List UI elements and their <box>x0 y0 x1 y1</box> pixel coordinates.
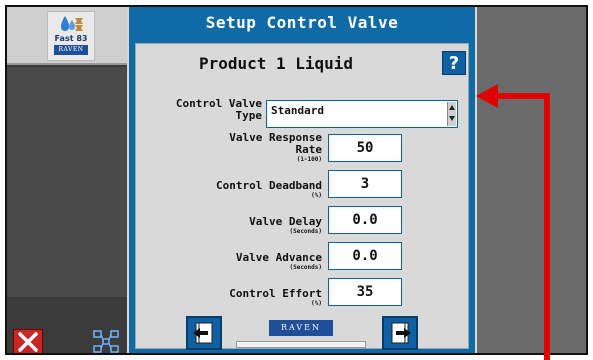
valve-advance-label: Valve Advance (Seconds) <box>136 251 322 272</box>
next-page-button[interactable] <box>382 316 418 350</box>
next-page-icon <box>391 322 411 344</box>
help-button[interactable]: ? <box>442 51 466 75</box>
control-effort-label-text: Control Effort <box>229 287 322 300</box>
left-sidebar: Fast 83 RAVEN <box>7 7 127 353</box>
logo-brand: RAVEN <box>54 45 88 55</box>
control-deadband-label: Control Deadband (%) <box>136 179 322 200</box>
valve-response-rate-unit: (1-100) <box>296 156 322 163</box>
control-valve-type-value: Standard <box>271 104 324 117</box>
close-icon <box>18 332 38 352</box>
control-valve-type-label: Control Valve Type <box>136 98 262 122</box>
valve-advance-input[interactable]: 0.0 <box>328 242 402 270</box>
progress-bar <box>236 341 366 348</box>
valve-delay-input[interactable]: 0.0 <box>328 206 402 234</box>
dialog-title: Setup Control Valve <box>205 13 399 32</box>
raven-logo: RAVEN <box>269 320 333 336</box>
left-sidebar-panel <box>7 67 127 297</box>
setup-control-valve-dialog: Setup Control Valve Product 1 Liquid ? C… <box>127 7 477 353</box>
network-icon <box>93 330 119 353</box>
previous-page-button[interactable] <box>186 316 222 350</box>
fast-logo: Fast 83 RAVEN <box>47 11 95 61</box>
dropdown-spinner-icon[interactable] <box>447 102 456 126</box>
control-effort-input[interactable]: 35 <box>328 278 402 306</box>
water-drop-icon <box>61 16 83 31</box>
spinner-up-icon <box>449 105 455 110</box>
control-deadband-unit: (%) <box>311 192 322 199</box>
valve-delay-unit: (Seconds) <box>289 228 322 235</box>
valve-response-rate-label: Valve Response Rate (1-100) <box>136 132 323 164</box>
previous-page-icon <box>193 322 213 344</box>
control-deadband-label-text: Control Deadband <box>216 179 322 192</box>
spinner-down-icon <box>449 116 455 121</box>
close-button[interactable] <box>13 329 43 353</box>
valve-response-rate-label-line2: Rate <box>295 143 323 156</box>
valve-advance-unit: (Seconds) <box>289 264 322 271</box>
valve-delay-label-text: Valve Delay <box>249 215 322 228</box>
logo-text: Fast 83 <box>54 34 88 43</box>
control-valve-type-dropdown[interactable]: Standard <box>266 100 458 128</box>
valve-advance-label-text: Valve Advance <box>235 251 322 264</box>
product-title: Product 1 Liquid <box>198 54 354 73</box>
control-valve-type-label-line2: Type <box>235 109 263 122</box>
right-panel <box>477 7 586 353</box>
dialog-body: Product 1 Liquid ? Control Valve Type St… <box>135 43 469 350</box>
valve-response-rate-input[interactable]: 50 <box>328 134 402 162</box>
control-deadband-input[interactable]: 3 <box>328 170 402 198</box>
network-button[interactable] <box>91 329 121 353</box>
valve-delay-label: Valve Delay (Seconds) <box>136 215 322 236</box>
control-effort-unit: (%) <box>311 300 322 307</box>
screen-frame: Fast 83 RAVEN Setup Control Valve Produc… <box>5 5 588 355</box>
control-effort-label: Control Effort (%) <box>136 287 322 308</box>
product-logo-tile[interactable]: Fast 83 RAVEN <box>7 7 127 65</box>
